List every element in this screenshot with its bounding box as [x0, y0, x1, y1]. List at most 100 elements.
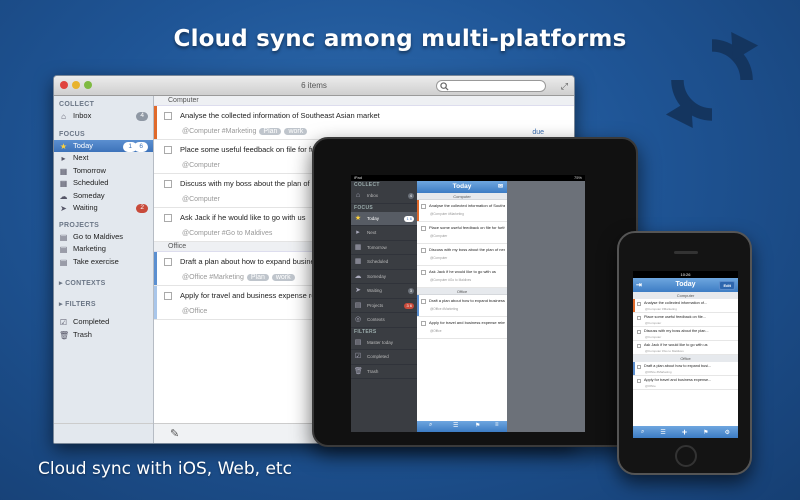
tag-badge: work	[271, 274, 295, 281]
sidebar-item-today[interactable]: ★ Today 1 6	[54, 139, 153, 152]
ipad-item-next[interactable]: ▸ Next	[351, 226, 417, 241]
sidebar-item-trash[interactable]: 🗑 Trash	[54, 329, 153, 342]
ipad-detail-pane	[507, 181, 585, 432]
tag-badge: Plan	[246, 274, 269, 281]
sidebar-item-inbox[interactable]: ⌂ Inbox 4	[54, 110, 153, 123]
search-input[interactable]	[436, 80, 546, 92]
sidebar-item-next[interactable]: ▸ Next	[54, 152, 153, 165]
sidebar-item-project[interactable]: ▤ Go to Maldives	[54, 231, 153, 244]
iphone-status-bar: 10:26	[633, 271, 738, 278]
collect-header: COLLECT	[59, 101, 95, 108]
task-checkbox[interactable]	[164, 258, 172, 266]
sidebar-item-waiting[interactable]: ➤ Waiting 2	[54, 202, 153, 215]
filters-header[interactable]: ▸ FILTERS	[54, 299, 153, 310]
sync-icon	[665, 32, 759, 128]
home-button[interactable]	[675, 445, 697, 467]
context-icon: ◎	[354, 316, 362, 323]
sidebar-item-project[interactable]: ▤ Take exercise	[54, 256, 153, 269]
mac-titlebar: 6 items ⤢	[54, 76, 574, 96]
inbox-icon: ⌂	[355, 192, 361, 199]
task-row[interactable]: Analyse the collected information of Sou…	[417, 200, 507, 222]
add-icon[interactable]: +	[682, 427, 687, 437]
today-badge-b: 6	[134, 141, 148, 152]
sidebar-item-completed[interactable]: ☑ Completed	[54, 316, 153, 329]
list-icon[interactable]: ☰	[453, 422, 458, 429]
project-icon: ▤	[354, 301, 362, 309]
back-icon[interactable]: ⇥	[636, 279, 642, 293]
checkbox-icon: ☑	[354, 353, 362, 360]
task-row[interactable]: Apply for travel and business expense re…	[417, 317, 507, 339]
calendar-icon: ▦	[59, 166, 68, 176]
ipad-toolbar: ⌕ ☰ ⚑ ≡	[417, 421, 507, 432]
project-icon: ▤	[59, 232, 68, 242]
menu-icon[interactable]: ≡	[495, 422, 499, 428]
ipad-item-waiting[interactable]: ➤ Waiting 3	[351, 284, 417, 299]
ipad-item-inbox[interactable]: ⌂ Inbox 4	[351, 189, 417, 204]
sidebar-item-project[interactable]: ▤ Marketing	[54, 243, 153, 256]
settings-icon[interactable]: ⚙	[725, 429, 730, 436]
sidebar-item-tomorrow[interactable]: ▦ Tomorrow	[54, 165, 153, 178]
ipad-item-completed[interactable]: ☑ Completed	[351, 350, 417, 365]
trash-icon: 🗑	[354, 367, 363, 375]
task-row[interactable]: Analyse the collected information of... @…	[633, 299, 738, 313]
star-icon: ★	[354, 214, 362, 222]
send-icon: ➤	[355, 287, 361, 294]
search-icon[interactable]: ⌕	[641, 429, 644, 436]
send-icon: ➤	[60, 204, 67, 213]
ipad-item-someday[interactable]: ☁ Someday	[351, 270, 417, 284]
project-icon: ▤	[59, 257, 68, 267]
task-checkbox[interactable]	[164, 146, 172, 154]
task-row[interactable]: Analyse the collected information of Sou…	[154, 106, 574, 140]
ipad-device: iPad 75% COLLECT ⌂ Inbox 4 FOCUS ★ Today 1 6…	[312, 137, 638, 447]
task-checkbox[interactable]	[164, 180, 172, 188]
arrow-icon: ▸	[356, 229, 360, 236]
ipad-item-contexts[interactable]: ◎ Contexts	[351, 313, 417, 328]
edit-icon[interactable]: ✉	[498, 181, 503, 193]
ipad-item-scheduled[interactable]: ▦ Scheduled	[351, 255, 417, 270]
ipad-item-today[interactable]: ★ Today 1 6	[351, 211, 417, 226]
sidebar-item-scheduled[interactable]: ▦ Scheduled	[54, 177, 153, 190]
sidebar: COLLECT ⌂ Inbox 4 FOCUS ★ Today 1 6 ▸ Ne…	[54, 96, 154, 443]
calendar-icon: ▦	[354, 243, 362, 251]
task-row[interactable]: Ask Jack if he would like to go with us @…	[417, 266, 507, 288]
iphone-title-bar: ⇥ Today Edit	[633, 278, 738, 292]
tag-badge: work	[284, 128, 308, 135]
task-row[interactable]: Place some useful feedback on file... @Co…	[633, 313, 738, 327]
tag-icon[interactable]: ⚑	[475, 422, 480, 429]
waiting-count-badge: 2	[136, 204, 148, 213]
fullscreen-icon[interactable]: ⤢	[561, 81, 568, 92]
calendar-icon: ▦	[59, 179, 68, 188]
iphone-device: 10:26 ⇥ Today Edit Computer Analyse the …	[617, 231, 752, 475]
ipad-item-trash[interactable]: 🗑 Trash	[351, 365, 417, 379]
task-row[interactable]: Draft a plan about how to expand busi...…	[633, 362, 738, 376]
task-row[interactable]: Discuss with my boss about the plan... @C…	[633, 327, 738, 341]
sidebar-item-someday[interactable]: ☁ Someday	[54, 190, 153, 203]
ipad-item-filter[interactable]: ▤ Master today	[351, 336, 417, 350]
search-icon[interactable]: ⌕	[429, 422, 432, 429]
search-icon	[440, 82, 449, 91]
ipad-item-tomorrow[interactable]: ▦ Tomorrow	[351, 241, 417, 255]
ipad-title-bar: Today ✉	[417, 181, 507, 193]
due-label: due	[532, 129, 544, 136]
list-icon[interactable]: ☰	[660, 429, 665, 436]
task-row[interactable]: Draft a plan about how to expand busines…	[417, 295, 507, 317]
task-row[interactable]: Discuss with my boss about the plan of n…	[417, 244, 507, 266]
group-header: Computer	[154, 96, 574, 106]
task-checkbox[interactable]	[164, 292, 172, 300]
subline: Cloud sync with iOS, Web, etc	[38, 459, 292, 479]
task-checkbox[interactable]	[164, 214, 172, 222]
task-row[interactable]: Place some useful feedback on file for f…	[417, 222, 507, 244]
compose-icon[interactable]: ✎	[170, 427, 179, 440]
arrow-icon: ▸	[61, 154, 66, 163]
tag-icon[interactable]: ⚑	[703, 429, 708, 436]
ipad-item-projects[interactable]: ▤ Projects 3 6	[351, 299, 417, 313]
contexts-header[interactable]: ▸ CONTEXTS	[54, 278, 153, 289]
inbox-count-badge: 4	[136, 112, 148, 121]
projects-header[interactable]: PROJECTS	[54, 220, 153, 231]
task-row[interactable]: Ask Jack if he would like to go with us @…	[633, 341, 738, 355]
focus-header: FOCUS	[59, 130, 85, 138]
edit-button[interactable]: Edit	[719, 281, 735, 290]
task-row[interactable]: Apply for travel and business expense...…	[633, 376, 738, 390]
star-icon: ★	[59, 141, 68, 151]
task-checkbox[interactable]	[164, 112, 172, 120]
